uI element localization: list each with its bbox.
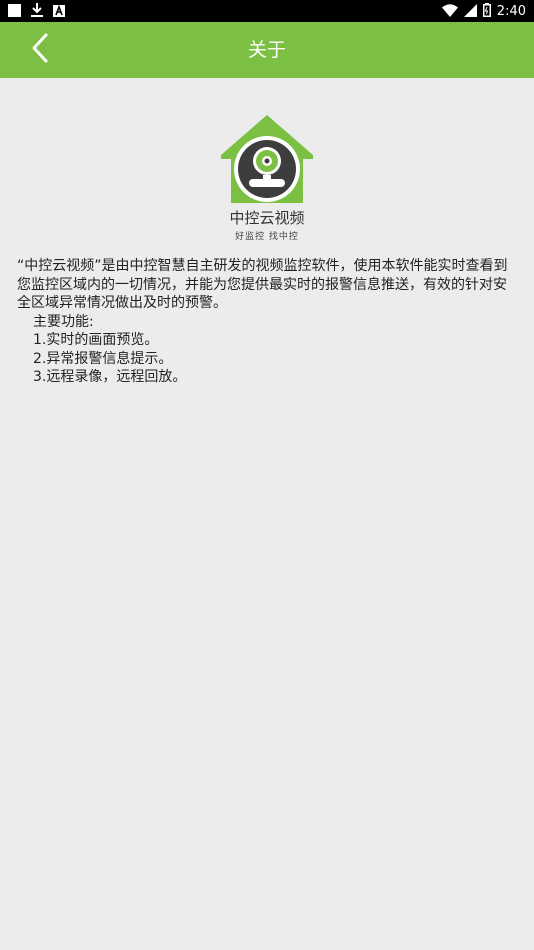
app-logo xyxy=(219,113,315,205)
app-bar: 关于 xyxy=(0,22,534,78)
wifi-icon xyxy=(441,2,458,21)
features-title: 主要功能: xyxy=(33,313,94,330)
back-button[interactable] xyxy=(22,32,58,68)
app-name: 中控云视频 xyxy=(229,209,305,227)
feature-item: 2.异常报警信息提示。 xyxy=(33,350,173,367)
about-description-block: “中控云视频”是由中控智慧自主研发的视频监控软件，使用本软件能实时查看到您监控区… xyxy=(17,257,509,387)
battery-icon xyxy=(482,2,491,21)
chevron-left-icon xyxy=(31,33,49,67)
feature-item: 3.远程录像，远程回放。 xyxy=(33,369,187,385)
app-slogan: 好监控 找中控 xyxy=(235,232,299,242)
notification-square-icon xyxy=(8,2,21,21)
status-bar: 2:40 xyxy=(0,0,534,22)
app-a-icon xyxy=(53,2,65,21)
signal-icon xyxy=(463,2,477,21)
about-description: “中控云视频”是由中控智慧自主研发的视频监控软件，使用本软件能实时查看到您监控区… xyxy=(17,258,508,311)
download-icon xyxy=(31,2,43,21)
status-time: 2:40 xyxy=(496,3,526,19)
page-title: 关于 xyxy=(247,39,286,61)
feature-item: 1.实时的画面预览。 xyxy=(33,332,159,348)
